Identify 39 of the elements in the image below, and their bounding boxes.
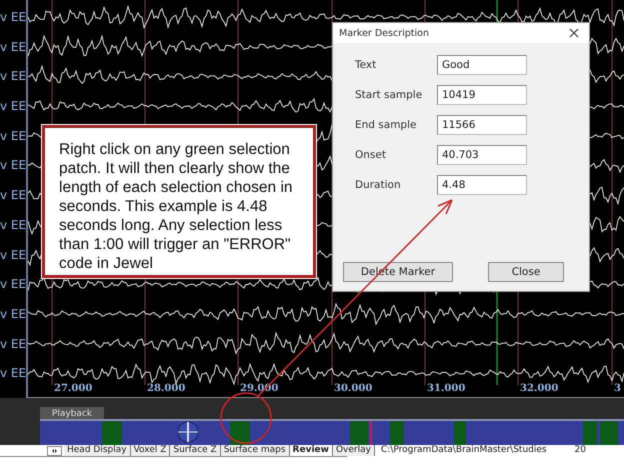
channel-label: v EE (0, 336, 26, 353)
input-field[interactable]: 4.48 (437, 175, 527, 195)
channel-label: v EE (0, 128, 26, 145)
channel-label: v EE (0, 157, 26, 174)
dialog-title: Marker Description (339, 28, 429, 38)
channel-label: v EE (0, 98, 26, 116)
sheet-tab[interactable]: Overlay (332, 445, 375, 456)
channel-label: v EE (0, 9, 26, 26)
sheet-tab[interactable]: Surface Z (170, 445, 221, 456)
field-label: Duration (355, 179, 402, 191)
channel-label: v EE (0, 187, 26, 204)
time-label: 3 (614, 383, 621, 394)
input-field[interactable]: 40.703 (437, 145, 527, 165)
field-label: Text (355, 59, 378, 71)
input-field[interactable]: 10419 (437, 85, 527, 105)
channel-label: v EE (0, 246, 26, 264)
sheet-tab[interactable]: Head Display (64, 445, 131, 456)
time-label: 30.000 (334, 383, 372, 394)
input-field[interactable]: Good (437, 55, 527, 75)
time-label: 32.000 (520, 383, 558, 394)
channel-label: v EE (0, 38, 26, 56)
channel-label: v EE (0, 68, 26, 86)
callout-note: Right click on any green selection patch. It will then clearly show the length of each selection chosen in seconds. This example is 4.48 seconds long. Any selection less than 1:00 will trigger an "ERROR" code in Jewel (42, 125, 316, 278)
channel-label: v EE (0, 365, 26, 382)
field-label: Onset (355, 149, 387, 161)
field-label: Start sample (355, 89, 424, 101)
dialog-button[interactable]: Close (488, 262, 564, 282)
time-label: 31.000 (427, 383, 466, 394)
field-label: End sample (355, 119, 418, 131)
status-path: C:\ProgramData\BrainMaster\Studies (381, 445, 547, 456)
channel-label: v EE (0, 276, 26, 294)
time-label: 27.000 (54, 383, 92, 394)
input-field[interactable]: 11566 (437, 115, 527, 135)
sheet-tab[interactable]: Voxel Z (130, 445, 170, 456)
time-label: 28.000 (147, 383, 186, 394)
channel-label: v EE (0, 306, 26, 323)
sheet-tab[interactable]: Surface maps (220, 445, 290, 456)
channel-label: v EE (0, 216, 26, 234)
status-count: 20 (574, 445, 586, 456)
